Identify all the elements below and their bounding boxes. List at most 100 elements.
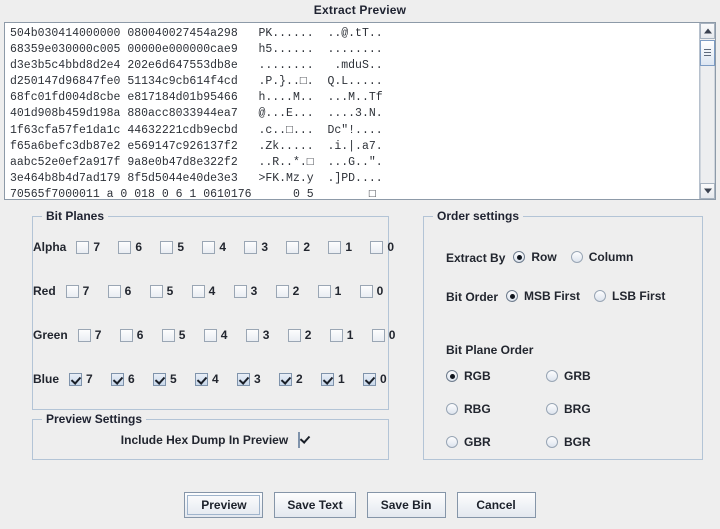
radio-column[interactable] (570, 251, 583, 263)
checkbox-red-bit-4[interactable] (191, 284, 205, 298)
checkbox-green-bit-7[interactable] (77, 328, 91, 342)
bit-plane-order-option-brg[interactable]: BRG (546, 402, 642, 416)
checkbox-green-bit-3[interactable] (245, 328, 259, 342)
checkbox-red-bit-7[interactable] (65, 284, 79, 298)
checkbox-alpha-bit-3[interactable] (244, 240, 258, 254)
checkbox-alpha-bit-0[interactable] (370, 240, 384, 254)
bit-plane-cell-green-0[interactable]: 0 (371, 328, 414, 342)
bit-plane-cell-blue-1[interactable]: 1 (321, 372, 363, 386)
scroll-down-button[interactable] (700, 183, 715, 199)
bit-plane-cell-alpha-6[interactable]: 6 (118, 240, 160, 254)
bit-plane-cell-red-7[interactable]: 7 (65, 284, 108, 298)
checkbox-green-bit-6[interactable] (119, 328, 133, 342)
bit-plane-cell-alpha-1[interactable]: 1 (328, 240, 370, 254)
bit-order-option-lsb-first[interactable]: LSB First (594, 289, 665, 303)
checkbox-blue-bit-7[interactable] (69, 372, 83, 386)
radio-bgr[interactable] (546, 436, 558, 448)
bit-plane-cell-alpha-0[interactable]: 0 (370, 240, 412, 254)
radio-gbr[interactable] (446, 436, 458, 448)
bit-plane-cell-blue-5[interactable]: 5 (153, 372, 195, 386)
bit-plane-order-option-rbg[interactable]: RBG (446, 402, 542, 416)
preview-vertical-scrollbar[interactable] (699, 23, 715, 199)
checkbox-blue-bit-4[interactable] (195, 372, 209, 386)
bit-plane-cell-blue-3[interactable]: 3 (237, 372, 279, 386)
bit-plane-cell-green-5[interactable]: 5 (161, 328, 204, 342)
checkbox-red-bit-2[interactable] (275, 284, 289, 298)
preview-button[interactable]: Preview (184, 492, 264, 518)
radio-label: RGB (464, 369, 491, 383)
radio-rbg[interactable] (446, 403, 458, 415)
radio-msb-first[interactable] (506, 290, 519, 302)
checkbox-green-bit-2[interactable] (287, 328, 301, 342)
checkbox-red-bit-3[interactable] (233, 284, 247, 298)
hex-dump-text-area[interactable]: 504b030414000000 080040027454a298 PK....… (5, 23, 699, 199)
radio-grb[interactable] (546, 370, 558, 382)
extract-by-option-row[interactable]: Row (513, 250, 557, 264)
save-text-button[interactable]: Save Text (274, 492, 356, 518)
checkbox-blue-bit-3[interactable] (237, 372, 251, 386)
checkbox-blue-bit-2[interactable] (279, 372, 293, 386)
bit-plane-cell-blue-6[interactable]: 6 (111, 372, 153, 386)
include-hex-dump-checkbox[interactable] (298, 431, 301, 448)
extract-by-option-column[interactable]: Column (570, 250, 633, 264)
checkbox-include-hex-dump[interactable] (298, 431, 301, 448)
checkbox-red-bit-6[interactable] (107, 284, 121, 298)
bit-plane-order-option-gbr[interactable]: GBR (446, 435, 542, 449)
bit-plane-cell-green-2[interactable]: 2 (287, 328, 330, 342)
bit-number-label: 6 (128, 372, 135, 386)
bit-plane-cell-red-4[interactable]: 4 (191, 284, 234, 298)
checkbox-alpha-bit-2[interactable] (286, 240, 300, 254)
bit-plane-cell-red-0[interactable]: 0 (359, 284, 402, 298)
hex-dump-line: d3e3b5c4bbd8d2e4 202e6d647553db8e ......… (10, 59, 383, 73)
checkbox-green-bit-1[interactable] (329, 328, 343, 342)
hex-dump-line: 70565f7000011 a 0 018 0 6 1 0610176 0 5 … (10, 187, 376, 199)
checkbox-blue-bit-1[interactable] (321, 372, 335, 386)
bit-plane-cell-red-6[interactable]: 6 (107, 284, 150, 298)
checkbox-alpha-bit-1[interactable] (328, 240, 342, 254)
bit-plane-cell-blue-7[interactable]: 7 (69, 372, 111, 386)
checkbox-green-bit-4[interactable] (203, 328, 217, 342)
scroll-up-button[interactable] (700, 23, 715, 39)
bit-plane-cell-blue-4[interactable]: 4 (195, 372, 237, 386)
bit-plane-cell-red-3[interactable]: 3 (233, 284, 276, 298)
checkbox-alpha-bit-6[interactable] (118, 240, 132, 254)
bit-plane-cell-alpha-7[interactable]: 7 (76, 240, 118, 254)
bit-plane-cell-blue-2[interactable]: 2 (279, 372, 321, 386)
checkbox-blue-bit-5[interactable] (153, 372, 167, 386)
checkbox-alpha-bit-7[interactable] (76, 240, 90, 254)
bit-plane-cell-blue-0[interactable]: 0 (363, 372, 405, 386)
bit-plane-cell-alpha-4[interactable]: 4 (202, 240, 244, 254)
bit-plane-cell-alpha-2[interactable]: 2 (286, 240, 328, 254)
cancel-button[interactable]: Cancel (456, 492, 536, 518)
checkbox-red-bit-5[interactable] (149, 284, 163, 298)
bit-plane-order-option-rgb[interactable]: RGB (446, 369, 542, 383)
checkbox-green-bit-5[interactable] (161, 328, 175, 342)
checkbox-red-bit-1[interactable] (317, 284, 331, 298)
radio-lsb-first[interactable] (594, 290, 607, 302)
bit-order-option-msb-first[interactable]: MSB First (506, 289, 580, 303)
bit-plane-cell-red-1[interactable]: 1 (317, 284, 360, 298)
bit-plane-cell-green-4[interactable]: 4 (203, 328, 246, 342)
bit-plane-order-option-bgr[interactable]: BGR (546, 435, 642, 449)
radio-brg[interactable] (546, 403, 558, 415)
bit-plane-cell-alpha-3[interactable]: 3 (244, 240, 286, 254)
bit-plane-cell-green-1[interactable]: 1 (329, 328, 372, 342)
radio-row[interactable] (513, 251, 526, 263)
bit-plane-order-option-grb[interactable]: GRB (546, 369, 642, 383)
scrollbar-thumb[interactable] (700, 40, 715, 66)
radio-rgb[interactable] (446, 370, 458, 382)
bit-plane-cell-red-5[interactable]: 5 (149, 284, 192, 298)
checkbox-blue-bit-6[interactable] (111, 372, 125, 386)
checkbox-blue-bit-0[interactable] (363, 372, 377, 386)
bit-plane-cell-green-7[interactable]: 7 (77, 328, 120, 342)
bit-plane-cell-red-2[interactable]: 2 (275, 284, 318, 298)
checkbox-red-bit-0[interactable] (359, 284, 373, 298)
save-bin-button[interactable]: Save Bin (366, 492, 446, 518)
checkbox-green-bit-0[interactable] (371, 328, 385, 342)
bit-plane-cell-alpha-5[interactable]: 5 (160, 240, 202, 254)
checkbox-alpha-bit-4[interactable] (202, 240, 216, 254)
checkbox-alpha-bit-5[interactable] (160, 240, 174, 254)
bit-plane-cell-green-6[interactable]: 6 (119, 328, 162, 342)
scrollbar-track[interactable] (700, 66, 715, 183)
bit-plane-cell-green-3[interactable]: 3 (245, 328, 288, 342)
